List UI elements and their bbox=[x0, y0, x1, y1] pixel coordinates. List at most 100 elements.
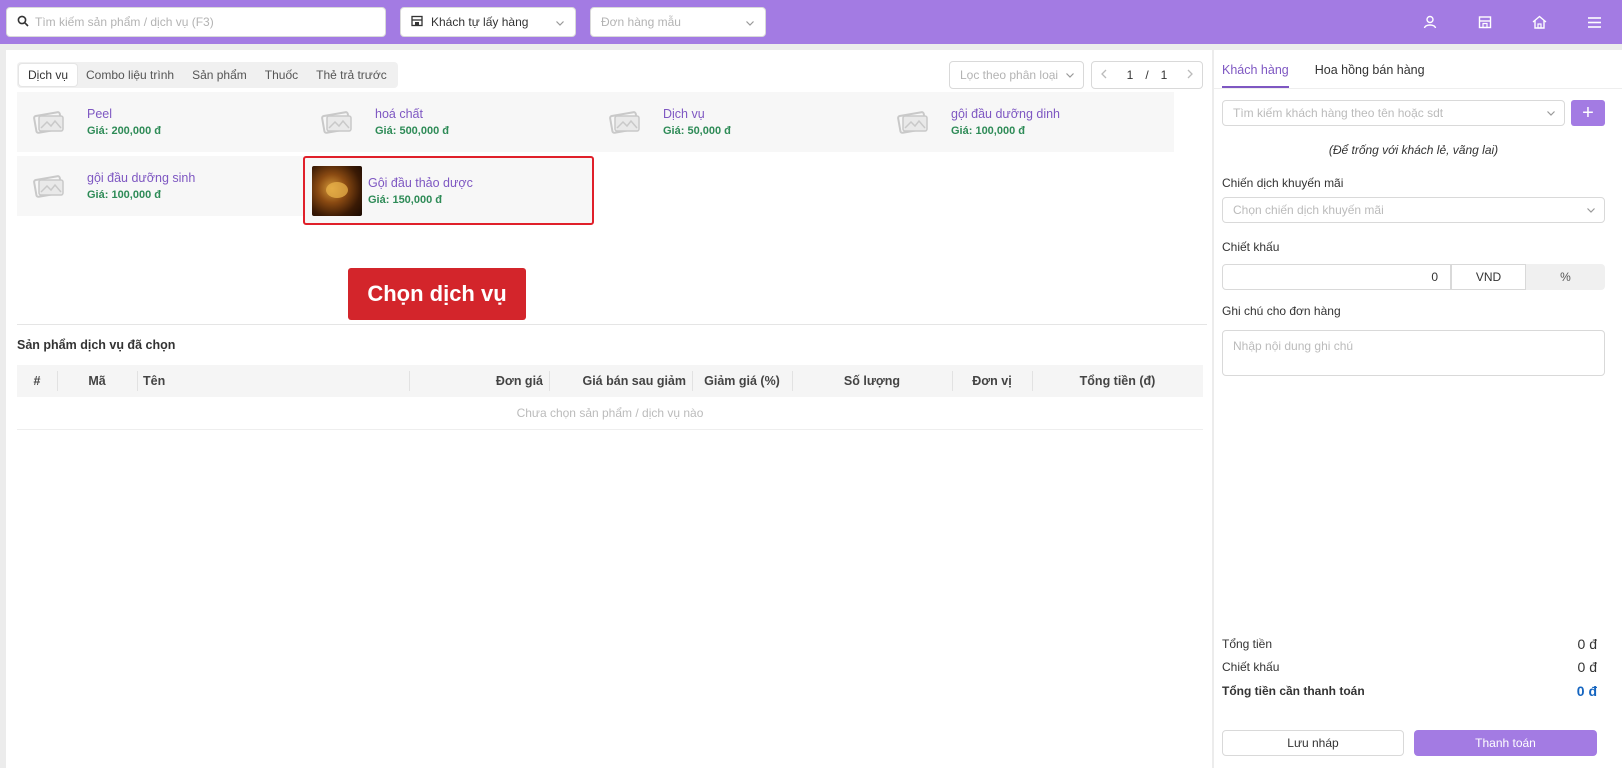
chevron-down-icon bbox=[1586, 204, 1596, 218]
service-price: Giá: 50,000 đ bbox=[663, 125, 731, 137]
save-draft-button[interactable]: Lưu nháp bbox=[1222, 730, 1404, 756]
discount-label: Chiết khấu bbox=[1222, 240, 1280, 254]
col-total: Tổng tiền (đ) bbox=[1079, 374, 1156, 388]
chevron-right-icon[interactable] bbox=[1186, 68, 1194, 82]
image-placeholder-icon bbox=[893, 102, 933, 142]
service-card[interactable]: Peel Giá: 200,000 đ bbox=[17, 92, 310, 152]
promo-placeholder: Chọn chiến dịch khuyến mãi bbox=[1233, 203, 1384, 217]
col-quantity: Số lượng bbox=[843, 374, 901, 388]
chevron-left-icon[interactable] bbox=[1100, 68, 1108, 82]
service-price: Giá: 100,000 đ bbox=[87, 189, 161, 201]
image-placeholder-icon bbox=[29, 166, 69, 206]
service-name: Dịch vụ bbox=[663, 107, 705, 121]
user-icon[interactable] bbox=[1402, 0, 1457, 44]
total-label: Tổng tiền cần thanh toán bbox=[1222, 684, 1365, 698]
subtotal-row: Tổng tiền 0 đ bbox=[1222, 636, 1597, 652]
page-current: 1 bbox=[1126, 68, 1134, 82]
order-note-label: Ghi chú cho đơn hàng bbox=[1222, 304, 1341, 318]
total-row: Tổng tiền cần thanh toán 0 đ bbox=[1222, 683, 1597, 699]
customer-search-input[interactable]: Tìm kiếm khách hàng theo tên hoặc sdt bbox=[1222, 100, 1565, 126]
page-separator: / bbox=[1145, 68, 1149, 82]
tab-sales-commission[interactable]: Hoa hồng bán hàng bbox=[1315, 50, 1425, 88]
service-price: Giá: 500,000 đ bbox=[375, 125, 449, 137]
store-icon bbox=[411, 15, 423, 30]
pagination: 1 / 1 bbox=[1091, 61, 1203, 89]
col-discount-pct: Giảm giá (%) bbox=[704, 374, 780, 388]
col-discounted-price: Giá bán sau giảm bbox=[582, 374, 686, 388]
order-template-select[interactable]: Đơn hàng mẫu bbox=[590, 7, 766, 37]
category-tabs: Dịch vụ Combo liệu trình Sản phẩm Thuốc … bbox=[17, 62, 398, 88]
selected-table-header: # Mã Tên Đơn giá Giá bán sau giảm Giảm g… bbox=[17, 365, 1203, 397]
pay-button[interactable]: Thanh toán bbox=[1414, 730, 1597, 756]
promo-select[interactable]: Chọn chiến dịch khuyến mãi bbox=[1222, 197, 1605, 223]
chevron-down-icon bbox=[555, 17, 565, 31]
total-value: 0 đ bbox=[1576, 683, 1597, 699]
page-total: 1 bbox=[1160, 68, 1168, 82]
discount-summary-label: Chiết khấu bbox=[1222, 660, 1280, 674]
section-divider bbox=[17, 324, 1207, 325]
tab-services[interactable]: Dịch vụ bbox=[19, 64, 78, 86]
customer-search-placeholder: Tìm kiếm khách hàng theo tên hoặc sdt bbox=[1233, 106, 1444, 120]
order-note-textarea[interactable]: Nhập nội dung ghi chú bbox=[1222, 330, 1605, 376]
discount-summary-row: Chiết khấu 0 đ bbox=[1222, 659, 1597, 675]
service-price: Giá: 150,000 đ bbox=[368, 193, 442, 206]
discount-unit-percent[interactable]: % bbox=[1526, 264, 1605, 290]
chevron-down-icon bbox=[1065, 69, 1075, 83]
menu-icon[interactable] bbox=[1567, 0, 1622, 44]
subtotal-label: Tổng tiền bbox=[1222, 637, 1273, 651]
home-icon[interactable] bbox=[1512, 0, 1567, 44]
store-icon[interactable] bbox=[1457, 0, 1512, 44]
annotation-callout: Chọn dịch vụ bbox=[348, 268, 526, 320]
search-icon bbox=[17, 15, 29, 30]
selected-section-title: Sản phẩm dịch vụ đã chọn bbox=[17, 338, 176, 352]
order-note-placeholder: Nhập nội dung ghi chú bbox=[1233, 339, 1354, 353]
service-name: gội đầu dưỡng dinh bbox=[951, 107, 1061, 121]
col-index: # bbox=[33, 374, 41, 388]
tab-prepaid-card[interactable]: Thẻ trả trước bbox=[307, 64, 396, 86]
chevron-down-icon bbox=[1546, 107, 1556, 121]
service-name: Peel bbox=[87, 107, 113, 121]
service-card[interactable]: gội đầu dưỡng sinh Giá: 100,000 đ bbox=[17, 156, 310, 216]
service-card[interactable]: Dịch vụ Giá: 50,000 đ bbox=[593, 92, 886, 152]
image-placeholder-icon bbox=[317, 102, 357, 142]
discount-input[interactable]: 0 bbox=[1222, 264, 1451, 290]
services-panel: Dịch vụ Combo liệu trình Sản phẩm Thuốc … bbox=[6, 50, 1212, 768]
add-customer-button[interactable]: + bbox=[1571, 100, 1605, 126]
category-filter-placeholder: Lọc theo phân loại bbox=[960, 68, 1059, 82]
service-name: Gội đầu thảo dược bbox=[368, 175, 473, 190]
service-card[interactable]: hoá chất Giá: 500,000 đ bbox=[305, 92, 598, 152]
col-unit-price: Đơn giá bbox=[495, 374, 543, 388]
promo-label: Chiến dịch khuyến mãi bbox=[1222, 176, 1344, 190]
service-card[interactable]: gội đầu dưỡng dinh Giá: 100,000 đ bbox=[881, 92, 1174, 152]
image-placeholder-icon bbox=[605, 102, 645, 142]
order-panel: Khách hàng Hoa hồng bán hàng Tìm kiếm kh… bbox=[1214, 50, 1622, 768]
order-panel-tabs: Khách hàng Hoa hồng bán hàng bbox=[1222, 50, 1451, 88]
service-photo bbox=[312, 165, 362, 216]
col-unit: Đơn vị bbox=[972, 374, 1012, 388]
category-filter-select[interactable]: Lọc theo phân loại bbox=[949, 61, 1084, 89]
table-empty-message: Chưa chọn sản phẩm / dịch vụ nào bbox=[17, 397, 1203, 430]
service-price: Giá: 100,000 đ bbox=[951, 125, 1025, 137]
col-name: Tên bbox=[143, 374, 166, 388]
service-card-selected[interactable]: Gội đầu thảo dược Giá: 150,000 đ bbox=[303, 156, 594, 225]
walk-in-note: (Để trống với khách lẻ, vãng lai) bbox=[1328, 143, 1499, 157]
product-search-placeholder: Tìm kiếm sản phẩm / dịch vụ (F3) bbox=[35, 15, 214, 29]
service-name: hoá chất bbox=[375, 107, 423, 121]
chevron-down-icon bbox=[745, 17, 755, 31]
shipping-select[interactable]: Khách tự lấy hàng bbox=[400, 7, 576, 37]
top-bar: Tìm kiếm sản phẩm / dịch vụ (F3) Khách t… bbox=[0, 0, 1622, 44]
tab-products[interactable]: Sản phẩm bbox=[183, 64, 256, 86]
service-price: Giá: 200,000 đ bbox=[87, 125, 161, 137]
product-search-input[interactable]: Tìm kiếm sản phẩm / dịch vụ (F3) bbox=[6, 7, 386, 37]
col-code: Mã bbox=[88, 374, 106, 388]
tab-medicine[interactable]: Thuốc bbox=[256, 64, 307, 86]
discount-summary-value: 0 đ bbox=[1577, 659, 1597, 675]
shipping-value: Khách tự lấy hàng bbox=[431, 15, 529, 29]
discount-unit-vnd[interactable]: VND bbox=[1451, 264, 1526, 290]
image-placeholder-icon bbox=[29, 102, 69, 142]
order-template-placeholder: Đơn hàng mẫu bbox=[601, 15, 681, 29]
tab-combo[interactable]: Combo liệu trình bbox=[77, 64, 183, 86]
tab-customer[interactable]: Khách hàng bbox=[1222, 50, 1289, 88]
subtotal-value: 0 đ bbox=[1577, 636, 1597, 652]
service-name: gội đầu dưỡng sinh bbox=[87, 171, 196, 185]
